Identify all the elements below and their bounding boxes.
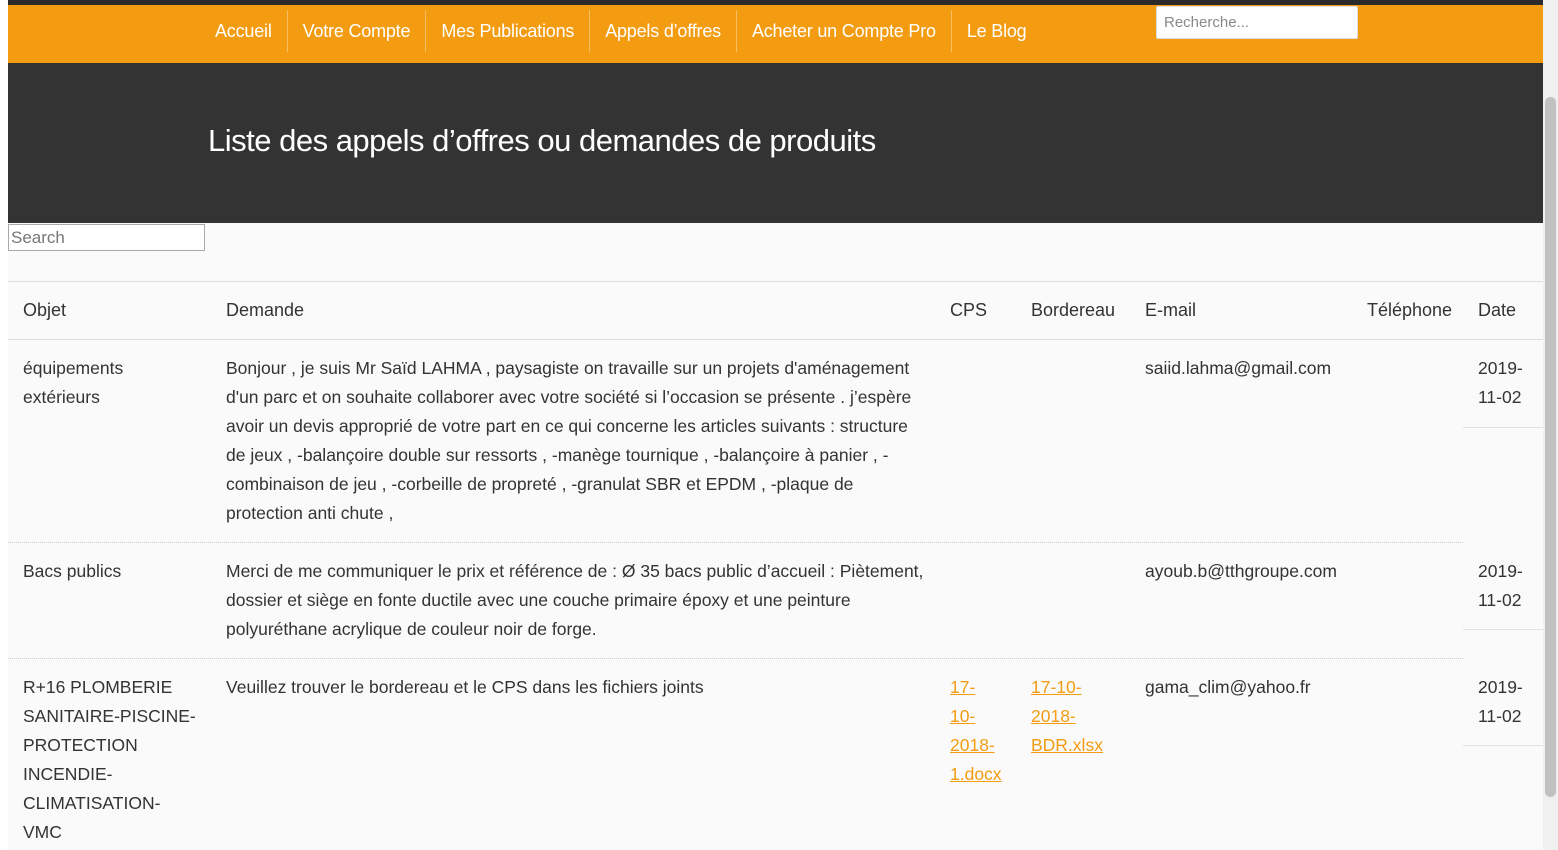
row-1-demande-line: de jeux , -balançoire double sur ressort…: [226, 445, 889, 465]
table-header-divider: [8, 339, 1543, 340]
page-title: Liste des appels d’offres ou demandes de…: [208, 123, 876, 158]
row-1-demande-line: avoir un devis approprié de votre part e…: [226, 416, 908, 436]
nav-item-acheter-compte-pro[interactable]: Acheter un Compte Pro: [737, 10, 952, 52]
row-1-date-divider: [1463, 427, 1543, 428]
window-left-edge: [0, 0, 8, 850]
row-3-objet-line: CLIMATISATION-: [23, 793, 161, 813]
row-1-demande: Bonjour , je suis Mr Saïd LAHMA , paysag…: [226, 354, 911, 528]
row-1-objet-line: extérieurs: [23, 387, 100, 407]
row-1-email: saiid.lahma@gmail.com: [1145, 358, 1332, 378]
table-search-input[interactable]: [8, 224, 205, 251]
nav-item-votre-compte[interactable]: Votre Compte: [288, 10, 427, 52]
row-3-cps-link-line[interactable]: 2018-: [950, 731, 1002, 760]
scrollbar-thumb[interactable]: [1545, 97, 1556, 797]
row-3-cps-link[interactable]: 17- 10- 2018- 1.docx: [950, 673, 1002, 789]
column-header-email[interactable]: E-mail: [1145, 300, 1196, 321]
row-3-bordereau-link[interactable]: 17-10- 2018- BDR.xlsx: [1031, 673, 1103, 760]
row-3-objet-line: VMC: [23, 822, 62, 842]
column-header-demande[interactable]: Demande: [226, 300, 304, 321]
row-1-demande-line: d'un parc et on souhaite collaborer avec…: [226, 387, 912, 407]
site-search-input[interactable]: [1156, 6, 1358, 39]
row-2-demande: Merci de me communiquer le prix et référ…: [226, 557, 923, 644]
nav-menu: Accueil Votre Compte Mes Publications Ap…: [200, 10, 1042, 52]
column-header-telephone[interactable]: Téléphone: [1367, 300, 1452, 321]
column-header-date[interactable]: Date: [1478, 300, 1516, 321]
column-header-cps[interactable]: CPS: [950, 300, 987, 321]
row-3-objet-line: PROTECTION: [23, 735, 138, 755]
row-2-date-line: 2019-: [1478, 561, 1523, 581]
main-navbar: Accueil Votre Compte Mes Publications Ap…: [8, 5, 1543, 63]
row-1-date-line: 2019-: [1478, 358, 1523, 378]
row-1-objet-line: équipements: [23, 358, 124, 378]
row-3-bordereau-link-line[interactable]: 17-10-: [1031, 673, 1103, 702]
row-3-date-line: 11-02: [1478, 706, 1522, 726]
nav-item-le-blog[interactable]: Le Blog: [952, 10, 1042, 52]
column-header-objet[interactable]: Objet: [23, 300, 66, 321]
row-1-date-line: 11-02: [1478, 387, 1522, 407]
row-3-date: 2019- 11-02: [1478, 673, 1523, 731]
row-2-demande-line: dossier et siège en fonte ductile avec u…: [226, 590, 851, 610]
row-3-objet-line: INCENDIE-: [23, 764, 113, 784]
table-top-divider: [8, 281, 1543, 282]
row-2-date-divider: [1463, 629, 1543, 630]
nav-item-mes-publications[interactable]: Mes Publications: [426, 10, 591, 52]
row-2-demande-line: polyuréthane acrylique de couleur noir d…: [226, 619, 597, 639]
page-header: Liste des appels d’offres ou demandes de…: [8, 63, 1543, 223]
row-3-bordereau-link-line[interactable]: 2018-: [1031, 702, 1103, 731]
row-2-demande-line: Merci de me communiquer le prix et référ…: [226, 561, 924, 581]
row-3-date-divider: [1463, 745, 1543, 746]
column-header-bordereau[interactable]: Bordereau: [1031, 300, 1115, 321]
row-1-demande-line: protection anti chute ,: [226, 503, 394, 523]
row-3-objet-line: R+16 PLOMBERIE: [23, 677, 173, 697]
row-2-date-line: 11-02: [1478, 590, 1522, 610]
row-3-objet: R+16 PLOMBERIE SANITAIRE-PISCINE- PROTEC…: [23, 673, 196, 847]
row-2-objet: Bacs publics: [23, 557, 121, 586]
nav-item-appels-offres[interactable]: Appels d’offres: [590, 10, 737, 52]
row-3-date-line: 2019-: [1478, 677, 1523, 697]
row-2-objet-line: Bacs publics: [23, 561, 122, 581]
nav-item-accueil[interactable]: Accueil: [200, 10, 288, 52]
row-3-cps-link-line[interactable]: 17-: [950, 673, 1002, 702]
row-1-demande-line: Bonjour , je suis Mr Saïd LAHMA , paysag…: [226, 358, 910, 378]
row-3-cps-link-line[interactable]: 1.docx: [950, 760, 1002, 789]
row-3-demande: Veuillez trouver le bordereau et le CPS …: [226, 673, 704, 702]
row-3-objet-line: SANITAIRE-PISCINE-: [23, 706, 196, 726]
row-3-cps-link-line[interactable]: 10-: [950, 702, 1002, 731]
row-1-date: 2019- 11-02: [1478, 354, 1523, 412]
row-3-email: gama_clim@yahoo.fr: [1145, 677, 1311, 697]
row-1-objet: équipements extérieurs: [23, 354, 123, 412]
row-3-bordereau-link-line[interactable]: BDR.xlsx: [1031, 731, 1103, 760]
row-2-date: 2019- 11-02: [1478, 557, 1523, 615]
row-3-demande-line: Veuillez trouver le bordereau et le CPS …: [226, 677, 704, 697]
row-divider: [8, 542, 1463, 543]
row-divider: [8, 658, 1463, 659]
row-1-demande-line: combinaison de jeu , -corbeille de propr…: [226, 474, 854, 494]
row-2-email: ayoub.b@tthgroupe.com: [1145, 561, 1337, 581]
